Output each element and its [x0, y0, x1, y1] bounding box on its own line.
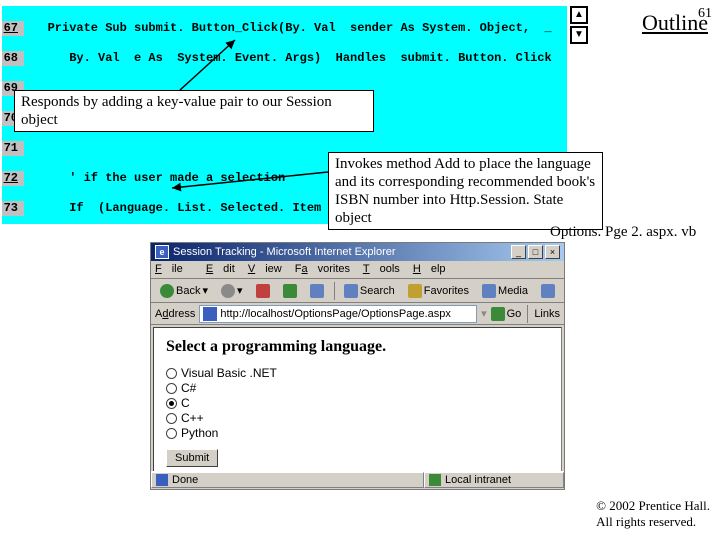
home-button[interactable] — [305, 282, 329, 300]
up-arrow-button[interactable]: ▲ — [570, 6, 588, 24]
browser-statusbar: Done Local intranet — [151, 471, 564, 489]
maximize-button[interactable]: □ — [528, 245, 543, 259]
favorites-button[interactable]: Favorites — [403, 282, 474, 300]
address-label: Address — [155, 308, 195, 320]
browser-window: e Session Tracking - Microsoft Internet … — [150, 242, 565, 490]
browser-title: Session Tracking - Microsoft Internet Ex… — [173, 246, 396, 258]
radio-c[interactable]: C — [166, 396, 549, 410]
search-icon — [344, 284, 358, 298]
zone-icon — [429, 474, 441, 486]
page-heading: Select a programming language. — [166, 338, 549, 356]
history-button[interactable] — [536, 282, 560, 300]
menu-favorites[interactable]: Favorites — [295, 263, 350, 275]
media-button[interactable]: Media — [477, 282, 533, 300]
status-zone: Local intranet — [424, 472, 564, 488]
copyright-text: © 2002 Prentice Hall. All rights reserve… — [596, 498, 710, 530]
go-button[interactable]: Go — [491, 307, 522, 321]
callout2-line3: ISBN number into Http.Session. State obj… — [335, 191, 596, 227]
browser-titlebar: e Session Tracking - Microsoft Internet … — [151, 243, 564, 261]
back-icon — [160, 284, 174, 298]
browser-menubar: File Edit View Favorites Tools Help — [151, 261, 564, 279]
refresh-button[interactable] — [278, 282, 302, 300]
callout2-line1: Invokes method Add to place the language — [335, 155, 596, 173]
address-bar: Address http://localhost/OptionsPage/Opt… — [151, 303, 564, 325]
favorites-icon — [408, 284, 422, 298]
address-value: http://localhost/OptionsPage/OptionsPage… — [220, 308, 451, 320]
forward-icon — [221, 284, 235, 298]
outline-link[interactable]: Outline — [642, 10, 708, 36]
forward-button[interactable]: ▾ — [216, 282, 248, 300]
menu-file[interactable]: File — [155, 263, 193, 275]
close-button[interactable]: × — [545, 245, 560, 259]
filename-label: Options. Pge 2. aspx. vb — [550, 224, 696, 241]
links-label[interactable]: Links — [534, 308, 560, 320]
callout1-text: Responds by adding a key-value pair to o… — [21, 94, 332, 128]
submit-button[interactable]: Submit — [166, 449, 218, 467]
page-icon — [203, 307, 217, 321]
code-line-67: Private Sub submit. Button_Click(By. Val… — [24, 21, 552, 36]
refresh-icon — [283, 284, 297, 298]
home-icon — [310, 284, 324, 298]
browser-content: Select a programming language. Visual Ba… — [153, 327, 562, 475]
history-icon — [541, 284, 555, 298]
stop-icon — [256, 284, 270, 298]
menu-view[interactable]: View — [248, 263, 282, 275]
ie-icon: e — [155, 245, 169, 259]
status-done: Done — [151, 472, 424, 488]
callout2-line2: and its corresponding recommended book's — [335, 173, 596, 191]
media-icon — [482, 284, 496, 298]
copyright-line1: © 2002 Prentice Hall. — [596, 498, 710, 514]
code-line-68: By. Val e As System. Event. Args) Handle… — [24, 51, 552, 66]
callout-session-pair: Responds by adding a key-value pair to o… — [14, 90, 374, 132]
stop-button[interactable] — [251, 282, 275, 300]
side-nav-buttons: ▲ ▼ — [570, 6, 588, 44]
down-arrow-button[interactable]: ▼ — [570, 26, 588, 44]
callout-add-method: Invokes method Add to place the language… — [328, 152, 603, 230]
code-line-71 — [24, 141, 26, 156]
menu-edit[interactable]: Edit — [206, 263, 235, 275]
search-button[interactable]: Search — [339, 282, 400, 300]
menu-tools[interactable]: Tools — [363, 263, 400, 275]
radio-python[interactable]: Python — [166, 426, 549, 440]
go-icon — [491, 307, 505, 321]
radio-vbnet[interactable]: Visual Basic .NET — [166, 366, 549, 380]
address-input[interactable]: http://localhost/OptionsPage/OptionsPage… — [199, 305, 477, 323]
back-button[interactable]: Back ▾ — [155, 282, 213, 300]
radio-csharp[interactable]: C# — [166, 381, 549, 395]
menu-help[interactable]: Help — [413, 263, 446, 275]
copyright-line2: All rights reserved. — [596, 514, 710, 530]
browser-toolbar: Back ▾ ▾ Search Favorites Media — [151, 279, 564, 303]
minimize-button[interactable]: _ — [511, 245, 526, 259]
code-line-72: ' if the user made a selection — [24, 171, 285, 186]
radio-cpp[interactable]: C++ — [166, 411, 549, 425]
done-icon — [156, 474, 168, 486]
